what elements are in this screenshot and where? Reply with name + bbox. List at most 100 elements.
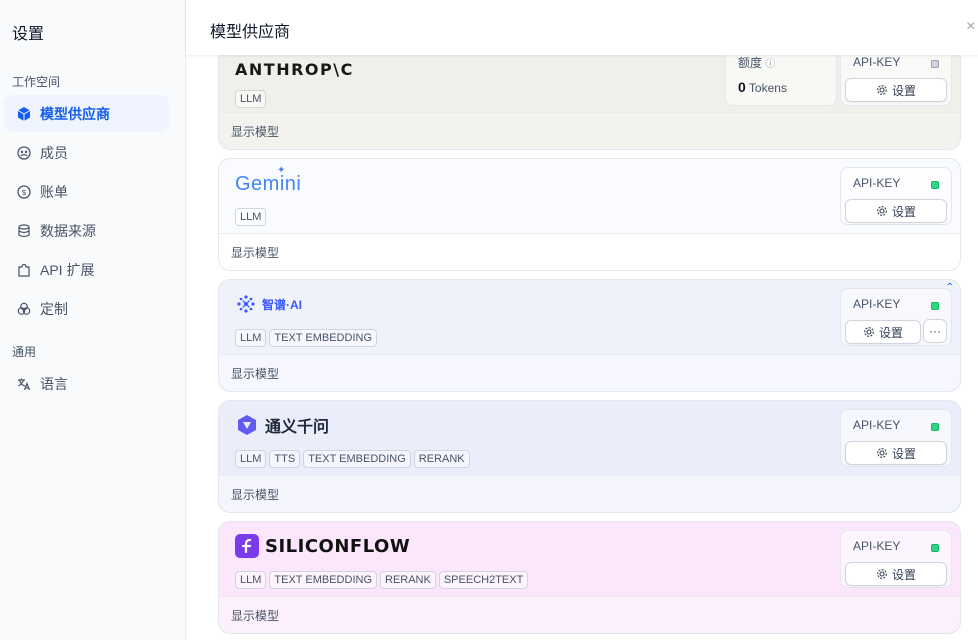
settings-button-label: 设置	[891, 567, 916, 582]
sidebar: 设置 工作空间 模型供应商 成员 $ 账单 数据来源 API 扩展 定制 通用 …	[0, 0, 186, 640]
sparkle-icon: ✦	[277, 165, 286, 176]
quota-label-text: 额度	[738, 56, 763, 70]
show-models-toggle[interactable]: 显示模型	[219, 475, 960, 512]
sidebar-item-label: 模型供应商	[40, 105, 110, 122]
provider-tags: LLM	[235, 208, 267, 226]
help-icon[interactable]: ⓘ	[765, 59, 775, 70]
settings-button[interactable]: 设置	[845, 441, 947, 465]
quota-unit: Tokens	[748, 81, 787, 95]
show-models-toggle[interactable]: 显示模型	[219, 233, 960, 270]
sidebar-item-label: 数据来源	[40, 222, 96, 239]
tag: RERANK	[380, 571, 436, 589]
quota-box: 额度 ⓘ 0 Tokens	[725, 55, 837, 106]
provider-tags: LLM TEXT EMBEDDING RERANK SPEECH2TEXT	[235, 571, 529, 589]
provider-tags: LLM TEXT EMBEDDING	[235, 329, 377, 347]
provider-card-tongyi: 通义千问 LLM TTS TEXT EMBEDDING RERANK API-K…	[218, 400, 961, 513]
puzzle-icon	[16, 262, 32, 278]
anthropic-logo: ANTHROP\C	[235, 60, 354, 79]
tag: RERANK	[413, 450, 470, 468]
api-key-status-dot	[931, 60, 939, 68]
settings-button-label: 设置	[878, 325, 903, 340]
members-icon	[16, 145, 32, 161]
sidebar-item-data-source[interactable]: 数据来源	[4, 212, 169, 249]
more-options-button[interactable]: ···	[923, 319, 947, 343]
tag: LLM	[235, 450, 267, 468]
close-icon[interactable]: ×	[966, 18, 978, 36]
settings-button[interactable]: 设置	[845, 562, 947, 586]
provider-list: ANTHROP\C LLM 额度 ⓘ 0 Tokens API-KEY 设置 显…	[186, 55, 978, 640]
tag: SPEECH2TEXT	[438, 571, 529, 589]
tag: LLM	[235, 571, 267, 589]
sidebar-item-language[interactable]: 语言	[4, 365, 169, 402]
provider-card-zhipu: ⌃ 智谱·AI LLM TEXT EMBEDDING API-KEY 设置 ··…	[218, 279, 961, 392]
tag: LLM	[235, 329, 267, 347]
settings-button-label: 设置	[891, 446, 916, 461]
sidebar-item-api-extension[interactable]: API 扩展	[4, 251, 169, 288]
provider-card-gemini: Gemini ✦ LLM API-KEY 设置 显示模型	[218, 158, 961, 271]
billing-icon: $	[16, 184, 32, 200]
api-key-box: API-KEY 设置	[840, 530, 952, 588]
provider-name: Gemini	[235, 173, 302, 195]
sidebar-item-billing[interactable]: $ 账单	[4, 173, 169, 210]
page-title: 模型供应商	[210, 24, 291, 41]
provider-tags: LLM TTS TEXT EMBEDDING RERANK	[235, 450, 470, 468]
sidebar-item-members[interactable]: 成员	[4, 134, 169, 171]
tongyi-logo: 通义千问	[235, 413, 329, 437]
api-key-label: API-KEY	[853, 176, 901, 190]
sidebar-group-general: 通用	[12, 345, 37, 359]
tag: TEXT EMBEDDING	[269, 571, 377, 589]
customize-icon	[16, 301, 32, 317]
page-header: 模型供应商 ×	[186, 0, 978, 55]
api-key-box: API-KEY 设置	[840, 55, 952, 106]
siliconflow-logo: SILICONFLOW	[235, 534, 410, 558]
quota-number: 0	[738, 79, 746, 95]
quota-value: 0 Tokens	[738, 79, 787, 95]
show-models-toggle[interactable]: 显示模型	[219, 112, 960, 149]
svg-text:$: $	[21, 188, 26, 197]
tongyi-logo-icon	[238, 415, 256, 435]
cube-icon	[16, 106, 32, 122]
api-key-status-dot	[931, 181, 939, 189]
provider-name: 通义千问	[265, 419, 330, 436]
sidebar-item-label: 账单	[40, 183, 68, 200]
api-key-status-dot	[931, 423, 939, 431]
database-icon	[16, 223, 32, 239]
settings-button-label: 设置	[891, 204, 916, 219]
api-key-label: API-KEY	[853, 539, 901, 553]
api-key-status-dot	[931, 302, 939, 310]
tag: LLM	[235, 90, 267, 108]
sidebar-item-label: API 扩展	[40, 261, 95, 278]
sidebar-title: 设置	[12, 26, 45, 43]
sidebar-item-label: 成员	[40, 144, 68, 161]
tag: TEXT EMBEDDING	[303, 450, 411, 468]
tag: TTS	[269, 450, 301, 468]
gear-icon	[877, 569, 887, 579]
settings-button[interactable]: 设置	[845, 320, 921, 344]
show-models-toggle[interactable]: 显示模型	[219, 354, 960, 391]
settings-button[interactable]: 设置	[845, 78, 947, 102]
show-models-toggle[interactable]: 显示模型	[219, 596, 960, 633]
zhipu-logo: 智谱·AI	[235, 293, 302, 315]
zhipu-logo-icon	[237, 295, 255, 313]
provider-card-anthropic: ANTHROP\C LLM 额度 ⓘ 0 Tokens API-KEY 设置 显…	[218, 55, 961, 150]
api-key-box: API-KEY 设置	[840, 409, 952, 467]
settings-button-label: 设置	[891, 83, 916, 98]
tag: LLM	[235, 208, 267, 226]
api-key-label: API-KEY	[853, 418, 901, 432]
api-key-box: API-KEY 设置	[840, 167, 952, 225]
settings-button[interactable]: 设置	[845, 199, 947, 223]
gemini-logo: Gemini ✦	[235, 165, 302, 196]
api-key-status-dot	[931, 544, 939, 552]
sidebar-item-model-provider[interactable]: 模型供应商	[4, 95, 169, 132]
provider-tags: LLM	[235, 90, 267, 108]
provider-name: 智谱·AI	[262, 297, 302, 312]
gear-icon	[877, 85, 887, 95]
gear-icon	[877, 206, 887, 216]
provider-name: ANTHROP\C	[235, 60, 354, 79]
quota-label: 额度 ⓘ	[738, 55, 775, 71]
translate-icon	[16, 376, 32, 392]
sidebar-item-label: 语言	[40, 375, 68, 392]
sidebar-item-label: 定制	[40, 300, 68, 317]
provider-name: SILICONFLOW	[265, 535, 411, 557]
sidebar-item-customize[interactable]: 定制	[4, 290, 169, 327]
